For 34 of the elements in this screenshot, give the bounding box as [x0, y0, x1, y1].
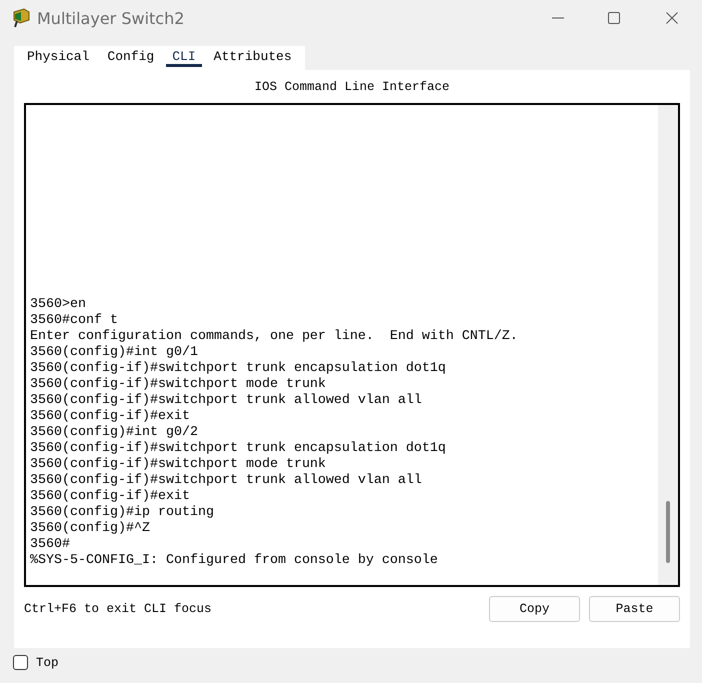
terminal-line: 3560(config-if)#switchport mode trunk [30, 377, 327, 393]
panel-title: IOS Command Line Interface [253, 79, 451, 95]
window-title: Multilayer Switch2 [37, 8, 186, 28]
action-button[interactable]: Copy [489, 596, 580, 622]
checkbox-label: Top [36, 656, 59, 670]
terminal-line: 3560(config)#ip routing [30, 505, 215, 521]
terminal-line: 3560>en [30, 297, 87, 313]
tab[interactable]: Config [101, 46, 160, 67]
terminal-line: 3560(config-if)#exit [30, 489, 191, 505]
terminal-line: 3560#conf t [30, 313, 119, 329]
close-icon[interactable] [666, 12, 678, 24]
terminal-line: 3560(config-if)#switchport trunk encapsulation dot1q [30, 441, 447, 457]
terminal-line: Enter configuration commands, one per line. End with CNTL/Z. [30, 329, 519, 345]
terminal-line: 3560(config)#int g0/1 [30, 345, 199, 361]
terminal-line: 3560# [30, 537, 71, 553]
tab[interactable]: Attributes [208, 46, 298, 67]
terminal-line: 3560(config-if)#switchport trunk allowed vlan all [30, 473, 423, 489]
terminal-line: 3560(config-if)#switchport trunk allowed vlan all [30, 393, 423, 409]
action-button[interactable]: Paste [589, 596, 680, 622]
hint-text: Ctrl+F6 to exit CLI focus [24, 602, 213, 616]
minimize-icon[interactable] [552, 17, 564, 19]
maximize-icon[interactable] [608, 12, 620, 24]
scroll-bar[interactable] [658, 105, 678, 585]
tab[interactable]: CLI [166, 46, 202, 67]
terminal-line: 3560(config-if)#switchport trunk encapsulation dot1q [30, 361, 447, 377]
terminal-line: %SYS-5-CONFIG_I: Configured from console by console [30, 553, 439, 569]
terminal-line: 3560(config-if)#exit [30, 409, 191, 425]
checkbox[interactable] [13, 655, 28, 670]
terminal-line: 3560(config-if)#switchport mode trunk [30, 457, 327, 473]
app-icon [12, 8, 31, 28]
terminal-line: 3560(config)#int g0/2 [30, 425, 199, 441]
tab[interactable]: Physical [21, 46, 96, 67]
terminal-line: 3560(config)#^Z [30, 521, 151, 537]
terminal-console[interactable] [24, 103, 680, 587]
